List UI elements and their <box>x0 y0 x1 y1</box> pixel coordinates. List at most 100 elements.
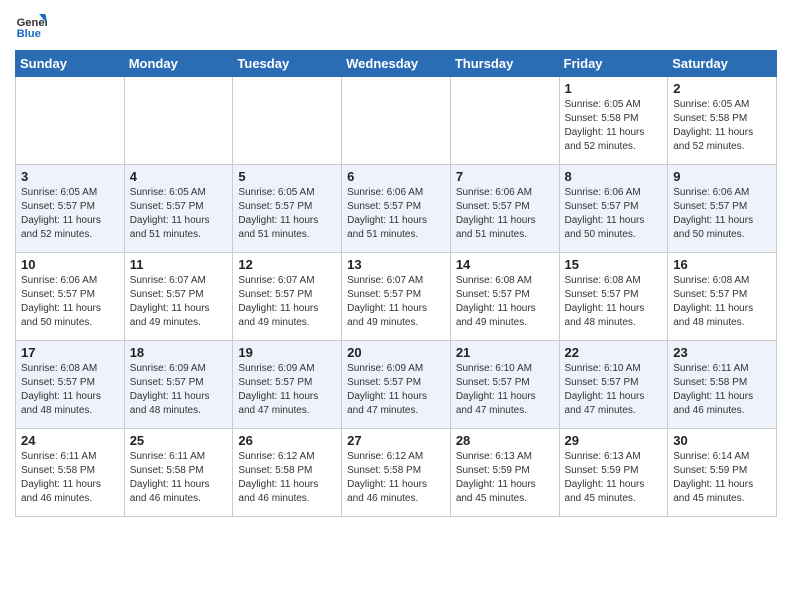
header: General Blue <box>15 10 777 42</box>
logo-icon: General Blue <box>15 10 47 42</box>
day-number: 13 <box>347 257 445 272</box>
day-info: Sunrise: 6:11 AM Sunset: 5:58 PM Dayligh… <box>673 362 771 418</box>
calendar-cell: 27 Sunrise: 6:12 AM Sunset: 5:58 PM Dayli… <box>342 429 451 517</box>
day-info: Sunrise: 6:09 AM Sunset: 5:57 PM Dayligh… <box>130 362 228 418</box>
calendar-cell: 1 Sunrise: 6:05 AM Sunset: 5:58 PM Daylig… <box>559 77 668 165</box>
calendar-cell: 20Sunrise: 6:09 AM Sunset: 5:57 PM Dayli… <box>342 341 451 429</box>
day-info: Sunrise: 6:06 AM Sunset: 5:57 PM Dayligh… <box>21 274 119 330</box>
day-number: 9 <box>673 169 771 184</box>
page: General Blue SundayMondayTuesdayWednesda… <box>0 0 792 532</box>
calendar-header: SundayMondayTuesdayWednesdayThursdayFrid… <box>16 51 777 77</box>
day-number: 22 <box>565 345 663 360</box>
calendar-cell: 4Sunrise: 6:05 AM Sunset: 5:57 PM Daylig… <box>124 165 233 253</box>
day-info: Sunrise: 6:08 AM Sunset: 5:57 PM Dayligh… <box>21 362 119 418</box>
calendar-cell: 22 Sunrise: 6:10 AM Sunset: 5:57 PM Dayli… <box>559 341 668 429</box>
calendar-week-2: 3 Sunrise: 6:05 AM Sunset: 5:57 PM Daylig… <box>16 165 777 253</box>
day-number: 26 <box>238 433 336 448</box>
svg-text:General: General <box>17 17 47 29</box>
day-info: Sunrise: 6:06 AM Sunset: 5:57 PM Dayligh… <box>565 186 663 242</box>
day-info: Sunrise: 6:10 AM Sunset: 5:57 PM Dayligh… <box>456 362 554 418</box>
day-number: 19 <box>238 345 336 360</box>
weekday-header-monday: Monday <box>124 51 233 77</box>
calendar-cell: 24 Sunrise: 6:11 AM Sunset: 5:58 PM Dayli… <box>16 429 125 517</box>
logo: General Blue <box>15 10 49 42</box>
day-info: Sunrise: 6:05 AM Sunset: 5:58 PM Dayligh… <box>565 98 663 154</box>
calendar-week-3: 10 Sunrise: 6:06 AM Sunset: 5:57 PM Dayli… <box>16 253 777 341</box>
calendar-cell: 5 Sunrise: 6:05 AM Sunset: 5:57 PM Daylig… <box>233 165 342 253</box>
calendar-cell: 12Sunrise: 6:07 AM Sunset: 5:57 PM Dayli… <box>233 253 342 341</box>
day-number: 5 <box>238 169 336 184</box>
day-number: 25 <box>130 433 228 448</box>
weekday-header-wednesday: Wednesday <box>342 51 451 77</box>
calendar-cell: 7Sunrise: 6:06 AM Sunset: 5:57 PM Daylig… <box>450 165 559 253</box>
day-info: Sunrise: 6:06 AM Sunset: 5:57 PM Dayligh… <box>347 186 445 242</box>
day-number: 28 <box>456 433 554 448</box>
calendar-week-1: 1 Sunrise: 6:05 AM Sunset: 5:58 PM Daylig… <box>16 77 777 165</box>
day-info: Sunrise: 6:11 AM Sunset: 5:58 PM Dayligh… <box>130 450 228 506</box>
weekday-header-saturday: Saturday <box>668 51 777 77</box>
calendar-cell: 11 Sunrise: 6:07 AM Sunset: 5:57 PM Dayli… <box>124 253 233 341</box>
day-number: 16 <box>673 257 771 272</box>
calendar-cell <box>450 77 559 165</box>
day-info: Sunrise: 6:05 AM Sunset: 5:57 PM Dayligh… <box>130 186 228 242</box>
weekday-header-tuesday: Tuesday <box>233 51 342 77</box>
day-number: 12 <box>238 257 336 272</box>
calendar-cell <box>233 77 342 165</box>
day-info: Sunrise: 6:12 AM Sunset: 5:58 PM Dayligh… <box>238 450 336 506</box>
day-info: Sunrise: 6:07 AM Sunset: 5:57 PM Dayligh… <box>347 274 445 330</box>
day-info: Sunrise: 6:12 AM Sunset: 5:58 PM Dayligh… <box>347 450 445 506</box>
day-number: 27 <box>347 433 445 448</box>
weekday-header-sunday: Sunday <box>16 51 125 77</box>
calendar-cell: 28 Sunrise: 6:13 AM Sunset: 5:59 PM Dayli… <box>450 429 559 517</box>
day-number: 18 <box>130 345 228 360</box>
calendar-cell: 16 Sunrise: 6:08 AM Sunset: 5:57 PM Dayli… <box>668 253 777 341</box>
day-info: Sunrise: 6:08 AM Sunset: 5:57 PM Dayligh… <box>565 274 663 330</box>
day-info: Sunrise: 6:10 AM Sunset: 5:57 PM Dayligh… <box>565 362 663 418</box>
calendar-cell: 10 Sunrise: 6:06 AM Sunset: 5:57 PM Dayli… <box>16 253 125 341</box>
day-info: Sunrise: 6:07 AM Sunset: 5:57 PM Dayligh… <box>130 274 228 330</box>
calendar-cell: 25 Sunrise: 6:11 AM Sunset: 5:58 PM Dayli… <box>124 429 233 517</box>
day-number: 8 <box>565 169 663 184</box>
day-number: 10 <box>21 257 119 272</box>
day-number: 14 <box>456 257 554 272</box>
svg-text:Blue: Blue <box>17 28 41 40</box>
calendar-week-4: 17Sunrise: 6:08 AM Sunset: 5:57 PM Dayli… <box>16 341 777 429</box>
calendar-cell: 26 Sunrise: 6:12 AM Sunset: 5:58 PM Dayli… <box>233 429 342 517</box>
day-info: Sunrise: 6:05 AM Sunset: 5:57 PM Dayligh… <box>21 186 119 242</box>
day-number: 23 <box>673 345 771 360</box>
day-number: 21 <box>456 345 554 360</box>
calendar-cell: 6 Sunrise: 6:06 AM Sunset: 5:57 PM Daylig… <box>342 165 451 253</box>
day-info: Sunrise: 6:05 AM Sunset: 5:57 PM Dayligh… <box>238 186 336 242</box>
calendar-table: SundayMondayTuesdayWednesdayThursdayFrid… <box>15 50 777 517</box>
day-info: Sunrise: 6:06 AM Sunset: 5:57 PM Dayligh… <box>456 186 554 242</box>
calendar-cell: 8 Sunrise: 6:06 AM Sunset: 5:57 PM Daylig… <box>559 165 668 253</box>
weekday-header-friday: Friday <box>559 51 668 77</box>
day-info: Sunrise: 6:09 AM Sunset: 5:57 PM Dayligh… <box>238 362 336 418</box>
day-info: Sunrise: 6:06 AM Sunset: 5:57 PM Dayligh… <box>673 186 771 242</box>
calendar-body: 1 Sunrise: 6:05 AM Sunset: 5:58 PM Daylig… <box>16 77 777 517</box>
calendar-cell <box>16 77 125 165</box>
day-info: Sunrise: 6:08 AM Sunset: 5:57 PM Dayligh… <box>673 274 771 330</box>
day-info: Sunrise: 6:08 AM Sunset: 5:57 PM Dayligh… <box>456 274 554 330</box>
calendar-cell: 29Sunrise: 6:13 AM Sunset: 5:59 PM Dayli… <box>559 429 668 517</box>
day-info: Sunrise: 6:05 AM Sunset: 5:58 PM Dayligh… <box>673 98 771 154</box>
day-number: 24 <box>21 433 119 448</box>
day-info: Sunrise: 6:11 AM Sunset: 5:58 PM Dayligh… <box>21 450 119 506</box>
header-row: SundayMondayTuesdayWednesdayThursdayFrid… <box>16 51 777 77</box>
day-number: 1 <box>565 81 663 96</box>
day-number: 15 <box>565 257 663 272</box>
day-info: Sunrise: 6:13 AM Sunset: 5:59 PM Dayligh… <box>456 450 554 506</box>
weekday-header-thursday: Thursday <box>450 51 559 77</box>
calendar-cell: 9 Sunrise: 6:06 AM Sunset: 5:57 PM Daylig… <box>668 165 777 253</box>
day-number: 11 <box>130 257 228 272</box>
calendar-cell: 13 Sunrise: 6:07 AM Sunset: 5:57 PM Dayli… <box>342 253 451 341</box>
calendar-cell <box>124 77 233 165</box>
calendar-cell: 18 Sunrise: 6:09 AM Sunset: 5:57 PM Dayli… <box>124 341 233 429</box>
day-number: 20 <box>347 345 445 360</box>
day-number: 2 <box>673 81 771 96</box>
calendar-cell: 21 Sunrise: 6:10 AM Sunset: 5:57 PM Dayli… <box>450 341 559 429</box>
day-number: 29 <box>565 433 663 448</box>
day-number: 6 <box>347 169 445 184</box>
calendar-cell: 2 Sunrise: 6:05 AM Sunset: 5:58 PM Daylig… <box>668 77 777 165</box>
day-number: 3 <box>21 169 119 184</box>
